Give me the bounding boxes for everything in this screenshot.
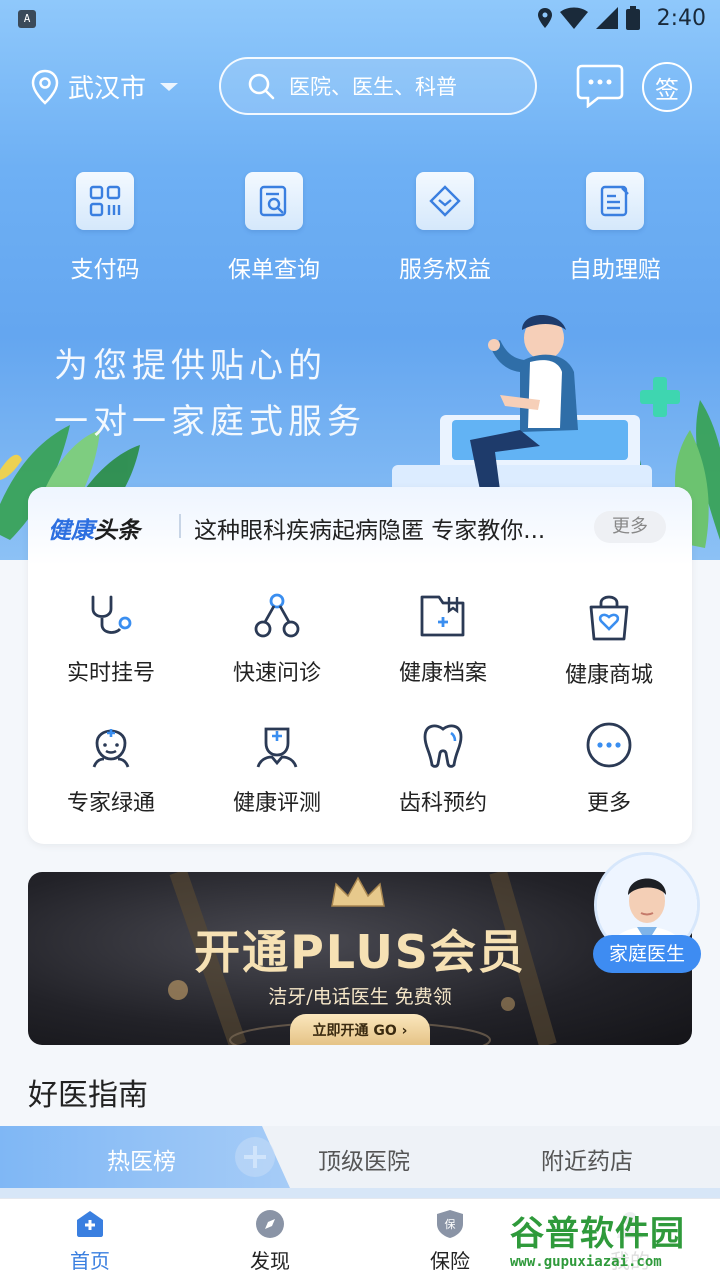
service-more[interactable]: 更多 bbox=[526, 721, 692, 817]
chat-bubble-icon bbox=[576, 64, 624, 108]
service-expert-green-channel[interactable]: 专家绿通 bbox=[28, 721, 194, 817]
service-dental-booking[interactable]: 齿科预约 bbox=[360, 721, 526, 817]
quick-action-policy-query[interactable]: 保单查询 bbox=[199, 172, 349, 284]
doctor-icon bbox=[256, 727, 298, 768]
health-news-logo: 健康头条 bbox=[48, 511, 140, 545]
location-status-icon bbox=[538, 8, 552, 28]
hero-slogan: 为您提供贴心的 一对一家庭式服务 bbox=[54, 338, 366, 450]
nav-insurance[interactable]: 保 保险 bbox=[390, 1209, 510, 1274]
city-selector[interactable]: 武汉市 bbox=[30, 68, 179, 105]
nav-label: 保险 bbox=[430, 1249, 470, 1273]
family-doctor-label[interactable]: 家庭医生 bbox=[593, 935, 701, 973]
qr-code-icon bbox=[76, 172, 134, 230]
tab-nearby-pharmacies[interactable]: 附近药店 bbox=[541, 1142, 633, 1176]
tab-underline-strip bbox=[0, 1188, 720, 1198]
tab-hot-doctors[interactable]: 热医榜 bbox=[107, 1142, 176, 1176]
wifi-icon bbox=[560, 7, 588, 29]
service-quick-consult[interactable]: 快速问诊 bbox=[194, 593, 360, 687]
nav-label: 首页 bbox=[70, 1249, 110, 1273]
watermark-url: www.gupuxiazai.com bbox=[510, 1254, 662, 1270]
watermark-title: 谷普软件园 bbox=[510, 1214, 685, 1254]
service-health-evaluation[interactable]: 健康评测 bbox=[194, 721, 360, 817]
quick-action-label: 服务权益 bbox=[399, 257, 491, 283]
sign-in-button[interactable]: 签 bbox=[642, 62, 692, 112]
signal-icon bbox=[596, 7, 618, 29]
nav-label: 发现 bbox=[250, 1249, 290, 1273]
tab-top-hospitals[interactable]: 顶级医院 bbox=[318, 1142, 410, 1176]
policy-search-icon bbox=[245, 172, 303, 230]
service-label: 快速问诊 bbox=[232, 661, 321, 686]
diamond-icon bbox=[416, 172, 474, 230]
service-label: 专家绿通 bbox=[66, 791, 155, 816]
app-badge-icon: A bbox=[18, 10, 36, 28]
status-bar: A 2:40 bbox=[0, 0, 720, 40]
service-label: 齿科预约 bbox=[398, 791, 487, 816]
plus-decoration-icon bbox=[235, 1137, 275, 1177]
banner-title: 开通PLUS会员 bbox=[194, 925, 526, 979]
quick-action-pay-code[interactable]: 支付码 bbox=[30, 172, 180, 284]
service-label: 健康档案 bbox=[398, 661, 487, 686]
message-button[interactable] bbox=[576, 64, 624, 108]
more-icon bbox=[586, 722, 632, 768]
search-input[interactable]: 医院、医生、科普 bbox=[219, 57, 537, 115]
quick-action-label: 自助理赔 bbox=[569, 257, 661, 283]
banner-open-button[interactable]: 立即开通 GO › bbox=[290, 1014, 430, 1045]
tooth-icon bbox=[423, 724, 463, 768]
site-watermark: 谷普软件园 www.gupuxiazai.com bbox=[502, 1204, 718, 1276]
service-health-records[interactable]: 健康档案 bbox=[360, 593, 526, 687]
logo-part-a: 健康 bbox=[48, 518, 94, 544]
clock: 2:40 bbox=[656, 6, 706, 31]
svg-text:保: 保 bbox=[445, 1217, 456, 1231]
health-news-bar[interactable]: 健康头条 这种眼科疾病起病隐匿 专家教你... 更多 bbox=[28, 487, 692, 565]
hero-section: A 2:40 武汉市 医院、医生、科普 签 支付码 保单查询 服务权益 自助理赔… bbox=[0, 0, 720, 560]
claim-edit-icon bbox=[586, 172, 644, 230]
slogan-line-1: 为您提供贴心的 bbox=[54, 346, 327, 386]
search-icon bbox=[248, 73, 275, 100]
sign-in-label: 签 bbox=[655, 75, 679, 104]
consult-icon bbox=[254, 593, 300, 638]
news-more-button[interactable]: 更多 bbox=[594, 511, 666, 543]
nav-discover[interactable]: 发现 bbox=[210, 1209, 330, 1274]
service-realtime-register[interactable]: 实时挂号 bbox=[28, 593, 194, 687]
quick-action-self-claim[interactable]: 自助理赔 bbox=[540, 172, 690, 284]
services-card: 健康头条 这种眼科疾病起病隐匿 专家教你... 更多 实时挂号 快速问诊 健康档… bbox=[28, 487, 692, 844]
logo-part-b: 头条 bbox=[94, 518, 140, 544]
service-health-mall[interactable]: 健康商城 bbox=[526, 593, 692, 689]
quick-action-service-benefits[interactable]: 服务权益 bbox=[370, 172, 520, 284]
chevron-down-icon bbox=[160, 82, 179, 91]
guide-tabs: 热医榜 顶级医院 附近药店 bbox=[0, 1126, 720, 1188]
status-icons bbox=[538, 6, 640, 30]
banner-subtitle: 洁牙/电话医生 免费领 bbox=[268, 986, 452, 1008]
shopping-bag-icon bbox=[589, 595, 629, 641]
service-label: 更多 bbox=[586, 791, 631, 816]
news-headline[interactable]: 这种眼科疾病起病隐匿 专家教你... bbox=[194, 511, 584, 545]
battery-icon bbox=[626, 6, 640, 30]
slogan-line-2: 一对一家庭式服务 bbox=[54, 402, 366, 442]
insurance-shield-icon: 保 bbox=[437, 1210, 463, 1238]
good-doctor-guide-title: 好医指南 bbox=[28, 1078, 148, 1113]
quick-action-label: 保单查询 bbox=[228, 257, 320, 283]
search-placeholder: 医院、医生、科普 bbox=[289, 75, 457, 99]
expert-icon bbox=[92, 729, 130, 768]
service-label: 实时挂号 bbox=[66, 661, 155, 686]
plus-membership-banner[interactable]: 开通PLUS会员 洁牙/电话医生 免费领 立即开通 GO › bbox=[28, 872, 692, 1045]
nav-home[interactable]: 首页 bbox=[30, 1209, 150, 1274]
service-label: 健康商城 bbox=[564, 663, 653, 688]
service-label: 健康评测 bbox=[232, 791, 321, 816]
home-icon bbox=[77, 1211, 103, 1237]
city-name: 武汉市 bbox=[68, 74, 147, 104]
divider bbox=[179, 514, 181, 538]
health-folder-icon bbox=[420, 595, 465, 637]
compass-icon bbox=[256, 1210, 284, 1238]
location-pin-icon bbox=[31, 69, 59, 105]
stethoscope-icon bbox=[91, 595, 132, 634]
quick-action-label: 支付码 bbox=[70, 257, 140, 283]
crown-icon bbox=[331, 876, 385, 907]
